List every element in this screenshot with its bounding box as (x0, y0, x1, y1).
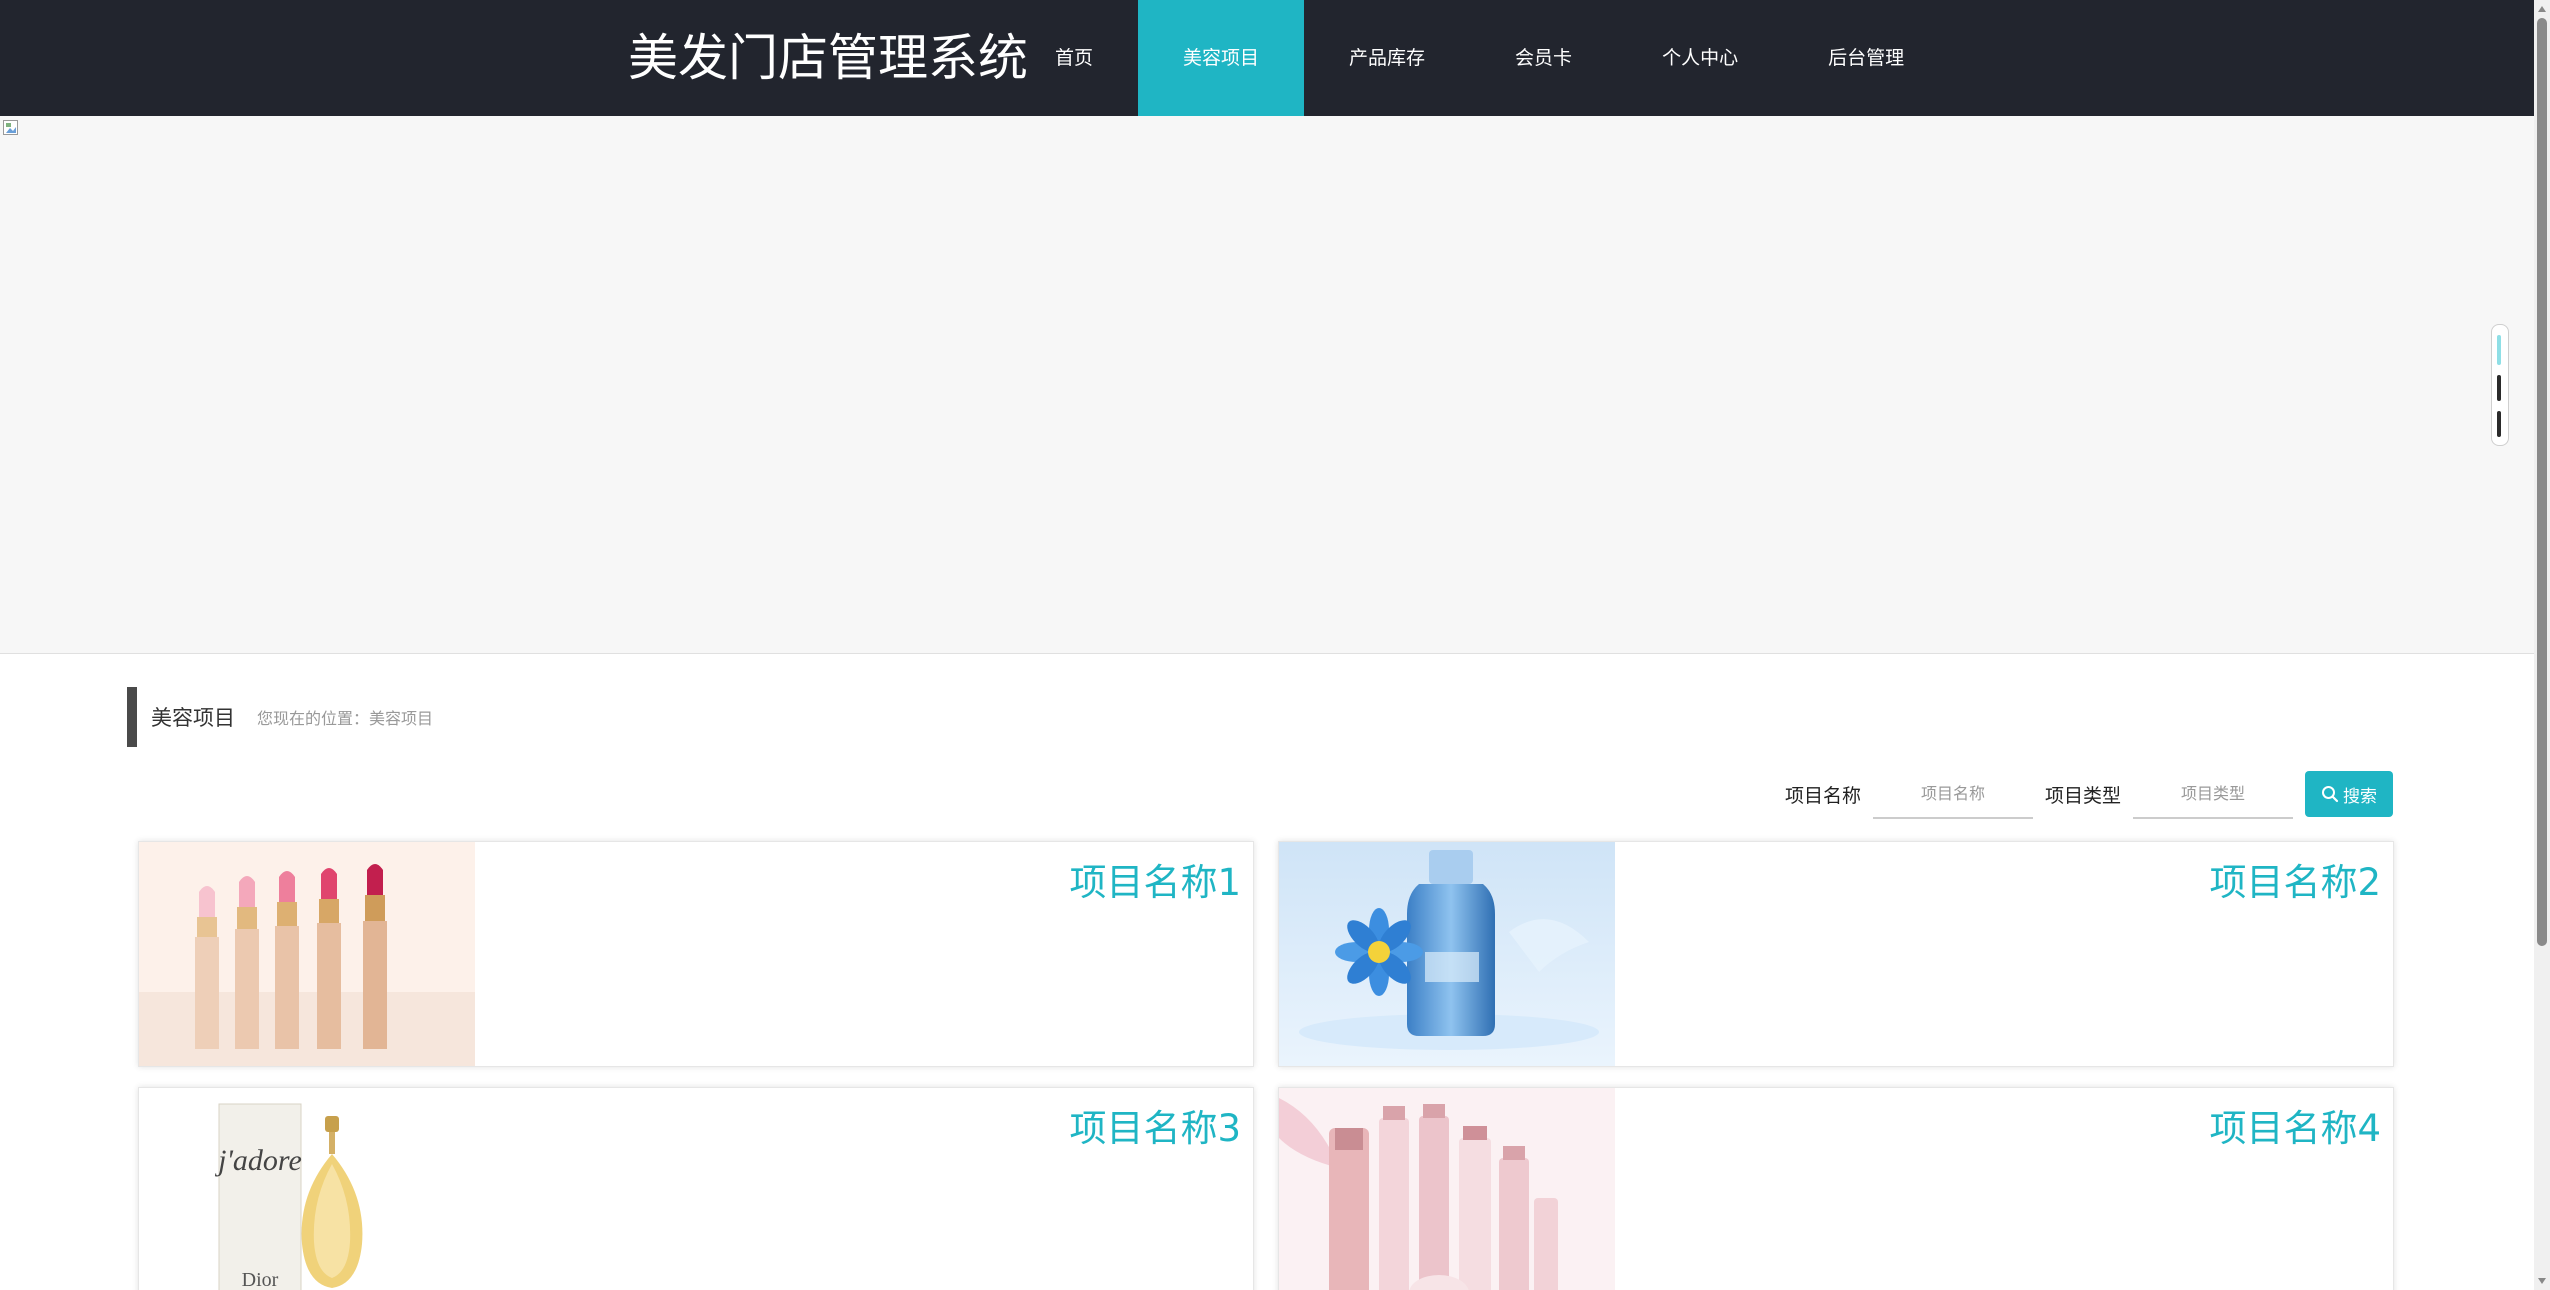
project-image-lipsticks (139, 842, 475, 1066)
section-title: 美容项目 (151, 706, 235, 730)
page: 美发门店管理系统 首页 美容项目 产品库存 会员卡 个人中心 后台管理 美容项目… (0, 0, 2550, 1290)
top-navigation-bar: 美发门店管理系统 首页 美容项目 产品库存 会员卡 个人中心 后台管理 (0, 0, 2534, 116)
breadcrumb: 您现在的位置：美容项目 (257, 709, 434, 728)
project-title[interactable]: 项目名称4 (2209, 1098, 2381, 1152)
nav-item-admin[interactable]: 后台管理 (1783, 0, 1949, 116)
scroll-down-arrow-icon[interactable] (2538, 1278, 2546, 1284)
banner-carousel (0, 116, 2534, 654)
project-image-blue-bottle (1279, 842, 1615, 1066)
search-icon (2322, 786, 2339, 803)
project-card[interactable]: j'adore Dior 项目名称3 (138, 1087, 1254, 1290)
nav-item-product-inventory[interactable]: 产品库存 (1304, 0, 1470, 116)
main-nav: 首页 美容项目 产品库存 会员卡 个人中心 后台管理 (1010, 0, 1949, 116)
scroll-up-arrow-icon[interactable] (2538, 6, 2546, 12)
carousel-indicators (2491, 324, 2509, 446)
project-card[interactable]: 项目名称4 (1278, 1087, 2394, 1290)
search-button-label: 搜索 (2343, 786, 2377, 807)
project-image-pink-cosmetics (1279, 1088, 1615, 1290)
search-bar: 项目名称 项目类型 搜索 (1784, 769, 2393, 819)
nav-item-membership-card[interactable]: 会员卡 (1470, 0, 1617, 116)
project-image-perfume: j'adore Dior (139, 1088, 475, 1290)
project-type-label: 项目类型 (2044, 784, 2121, 807)
project-name-input[interactable] (1872, 769, 2033, 819)
broken-image-icon (3, 120, 18, 135)
svg-text:Dior: Dior (242, 1269, 279, 1290)
carousel-dot-3[interactable] (2497, 411, 2501, 437)
search-button[interactable]: 搜索 (2305, 771, 2393, 817)
project-type-input[interactable] (2133, 769, 2293, 819)
project-title[interactable]: 项目名称2 (2209, 852, 2381, 906)
nav-item-personal-center[interactable]: 个人中心 (1617, 0, 1783, 116)
svg-text:j'adore: j'adore (214, 1144, 302, 1177)
site-logo[interactable]: 美发门店管理系统 (628, 24, 1028, 92)
project-title[interactable]: 项目名称1 (1069, 852, 1241, 906)
project-card[interactable]: 项目名称2 (1278, 841, 2394, 1067)
heading-accent-bar (127, 687, 137, 747)
nav-item-beauty-projects[interactable]: 美容项目 (1138, 0, 1305, 116)
carousel-dot-2[interactable] (2497, 375, 2501, 401)
project-card[interactable]: 项目名称1 (138, 841, 1254, 1067)
project-name-label: 项目名称 (1784, 784, 1861, 807)
scrollbar-thumb[interactable] (2537, 18, 2547, 946)
carousel-dot-1[interactable] (2497, 335, 2501, 365)
section-heading: 美容项目 您现在的位置：美容项目 (127, 687, 433, 747)
project-title[interactable]: 项目名称3 (1069, 1098, 1241, 1152)
nav-item-home[interactable]: 首页 (1010, 0, 1138, 116)
page-scrollbar[interactable] (2534, 0, 2550, 1290)
